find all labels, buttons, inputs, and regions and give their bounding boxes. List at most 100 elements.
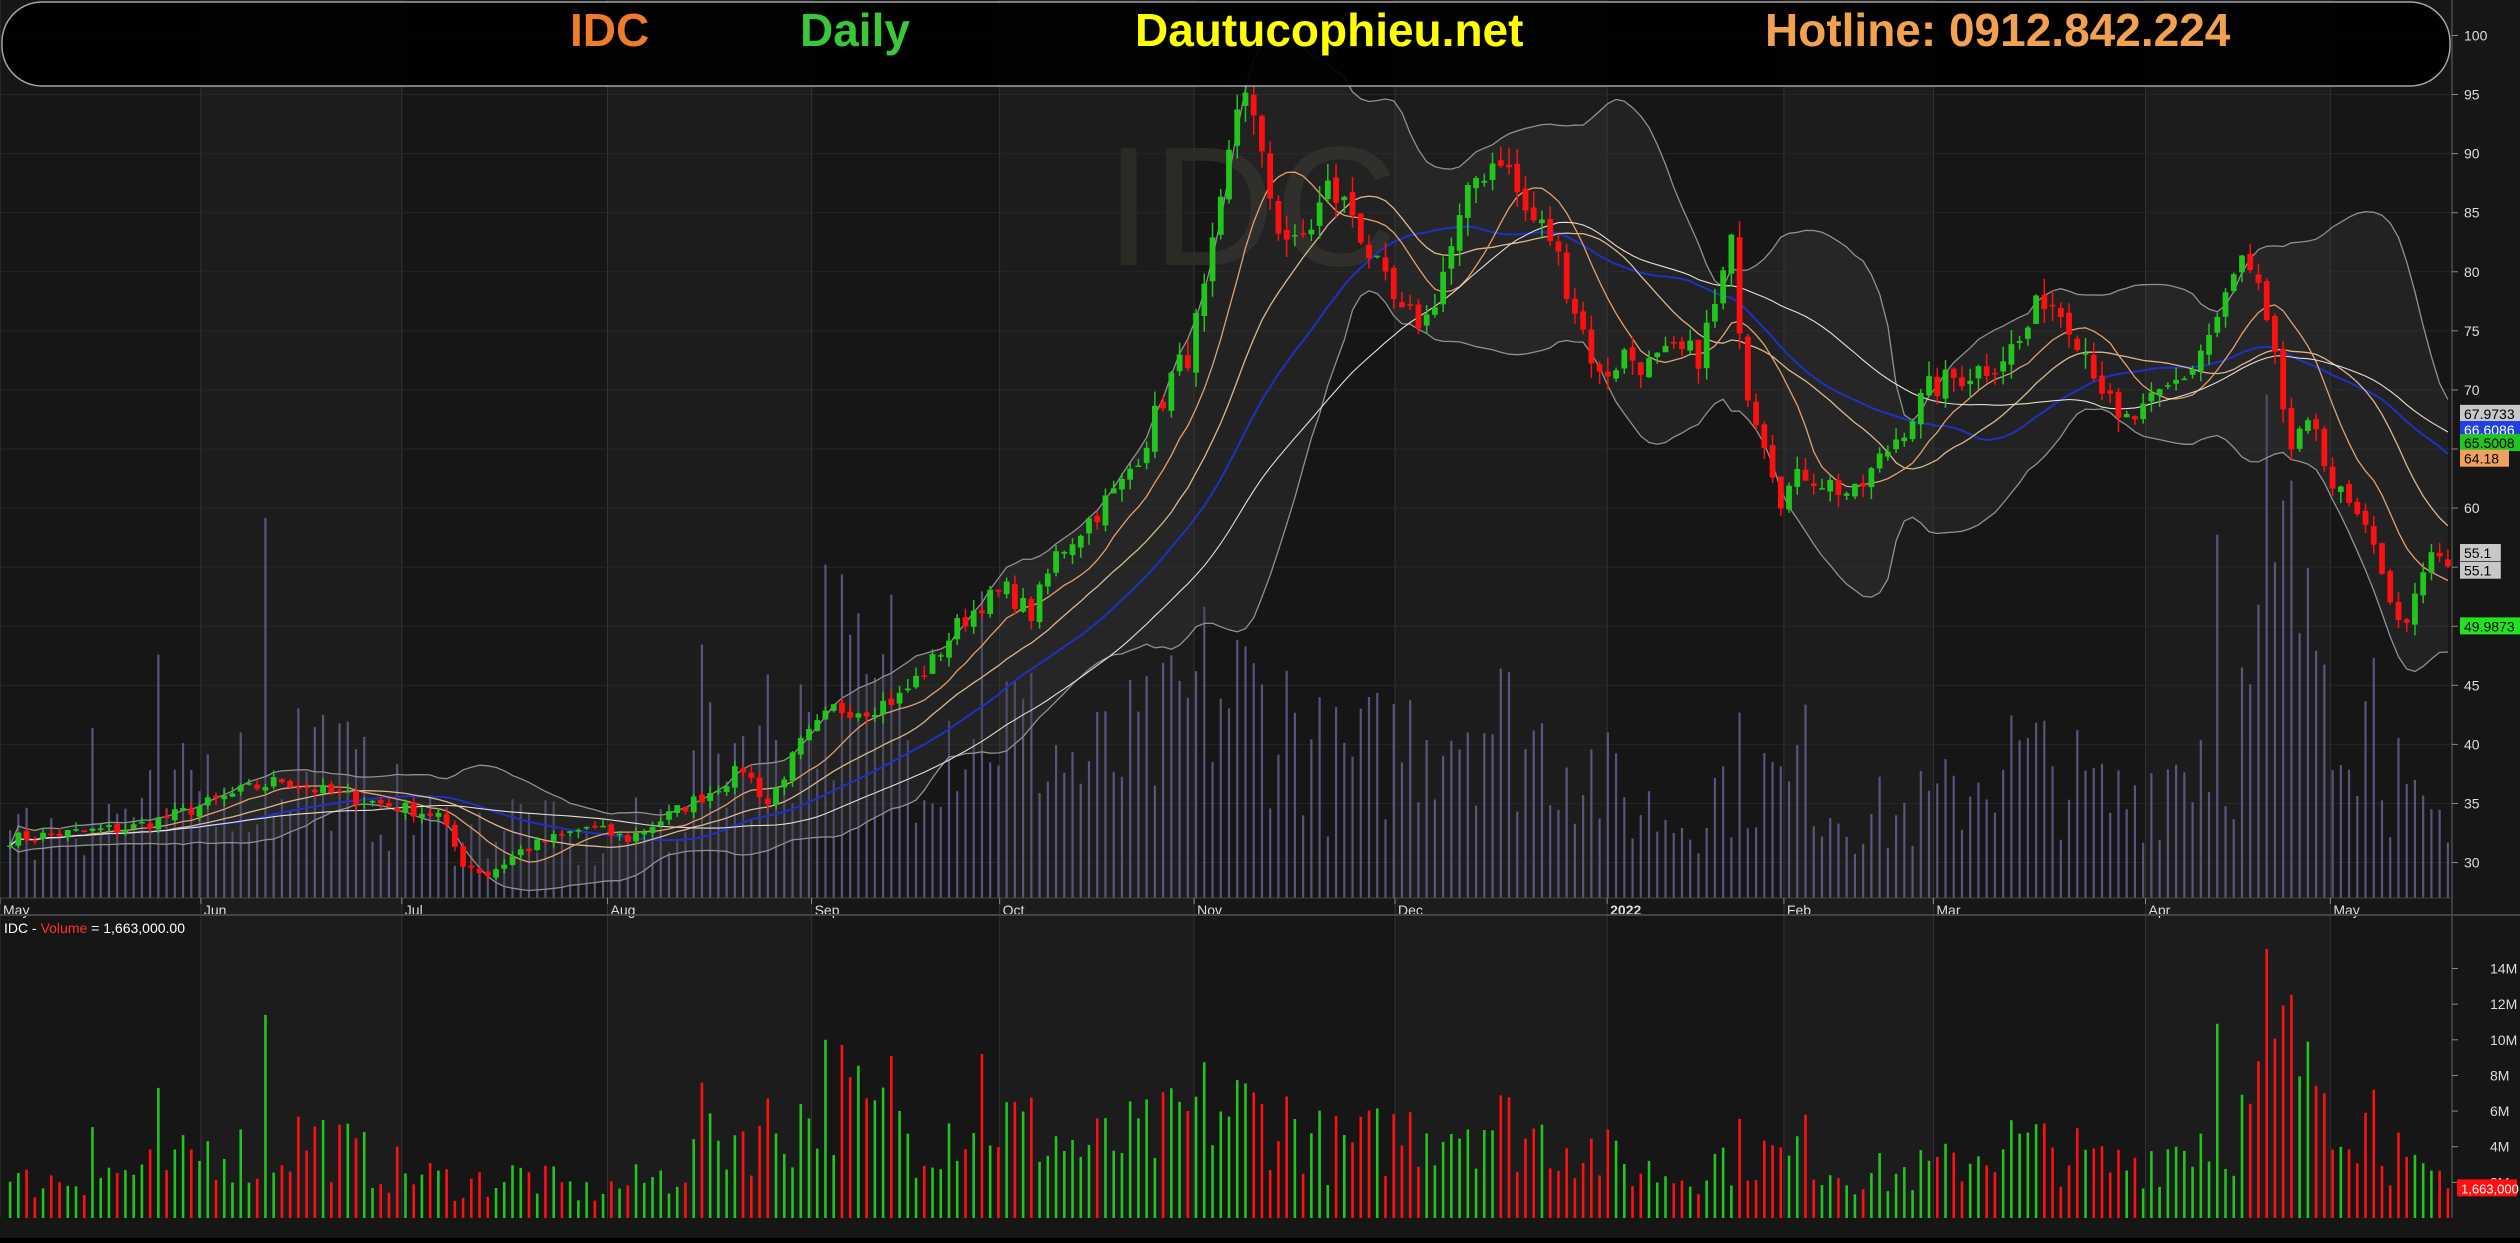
candle-body: [1077, 535, 1084, 548]
candle-body: [1843, 493, 1850, 496]
month-band: [2145, 0, 2331, 1218]
volume-tick-label: 10M: [2490, 1032, 2517, 1048]
candle-body: [773, 787, 779, 805]
candle-body: [1621, 349, 1628, 369]
candle-body: [97, 828, 104, 830]
candle-body: [402, 802, 409, 814]
candle-body: [1975, 366, 1982, 379]
candle-body: [73, 829, 79, 831]
candle-body: [443, 814, 450, 826]
candle-body: [89, 828, 96, 831]
candle-body: [542, 841, 549, 843]
candle-body: [2082, 353, 2089, 355]
candle-body: [1934, 376, 1941, 397]
candle-body: [517, 849, 524, 856]
candle-body: [657, 821, 664, 826]
candle-body: [2016, 340, 2023, 344]
candle-body: [1349, 192, 1356, 216]
candle-body: [1712, 303, 1718, 322]
candle-body: [2280, 348, 2287, 410]
candle-body: [1283, 229, 1290, 240]
candle-body: [1596, 364, 1603, 372]
volume-tick-label: 4M: [2490, 1139, 2509, 1155]
price-tick-label: 35: [2464, 795, 2480, 811]
candle-body: [56, 833, 63, 837]
candle-body: [962, 617, 969, 627]
candle-body: [2206, 334, 2212, 355]
candle-body: [1127, 468, 1134, 480]
candle-body: [1209, 237, 1216, 282]
candle-body: [1044, 573, 1051, 587]
candle-body: [1333, 177, 1339, 203]
candle-body: [386, 802, 392, 807]
candle-body: [550, 834, 557, 841]
legend-part: Volume: [41, 920, 88, 936]
candle-body: [188, 808, 195, 815]
candle-body: [1242, 92, 1249, 106]
candle-body: [1901, 437, 1908, 442]
candle-body: [1497, 160, 1504, 167]
candle-body: [1226, 149, 1232, 200]
candle-body: [979, 610, 985, 614]
candle-body: [1893, 439, 1899, 450]
price-tick-label: 40: [2464, 736, 2480, 752]
month-band: [1783, 0, 1934, 1218]
candle-body: [493, 869, 499, 878]
price-tick-label: 90: [2464, 146, 2480, 162]
candle-body: [180, 807, 186, 811]
candle-body: [303, 786, 310, 789]
candle-body: [1819, 488, 1825, 490]
candle-body: [1374, 255, 1381, 258]
candle-body: [1110, 488, 1117, 494]
candle-body: [567, 831, 574, 833]
candle-body: [1810, 483, 1817, 487]
candle-body: [31, 839, 38, 842]
candle-body: [1020, 597, 1026, 612]
candle-body: [1720, 270, 1727, 304]
candle-body: [64, 830, 71, 837]
candle-body: [353, 790, 359, 805]
candle-body: [781, 779, 788, 788]
candle-body: [1415, 304, 1422, 329]
candle-body: [1464, 185, 1471, 218]
candle-body: [1267, 153, 1274, 199]
candle-body: [1654, 352, 1661, 358]
candle-body: [2214, 316, 2221, 333]
month-band: [607, 0, 812, 1218]
candle-body: [501, 864, 508, 869]
candle-body: [2362, 510, 2369, 525]
candle-body: [1629, 347, 1636, 361]
volume-tick-label: 6M: [2490, 1103, 2509, 1119]
candle-body: [1514, 163, 1521, 193]
candle-body: [2173, 379, 2179, 384]
candle-body: [1942, 369, 1949, 399]
candle-body: [987, 589, 994, 615]
candle-body: [344, 791, 351, 793]
candle-body: [2148, 392, 2155, 402]
candle-body: [1135, 465, 1142, 467]
candle-body: [320, 785, 326, 794]
candle-body: [2444, 559, 2451, 567]
candle-body: [995, 589, 1002, 592]
candle-body: [435, 812, 442, 817]
candle-body: [1234, 109, 1241, 146]
candle-body: [2296, 428, 2303, 449]
candle-body: [1728, 234, 1735, 274]
candle-body: [2255, 274, 2262, 283]
candle-body: [731, 766, 738, 788]
candle-body: [1703, 322, 1710, 369]
price-tick-label: 80: [2464, 264, 2480, 280]
candle-body: [229, 793, 236, 797]
candle-body: [1201, 283, 1208, 317]
candle-body: [921, 675, 928, 677]
candle-body: [1506, 164, 1512, 168]
candle-body: [81, 830, 88, 832]
candle-body: [155, 817, 162, 830]
candle-body: [1950, 368, 1957, 378]
candle-body: [616, 833, 623, 836]
candle-body: [122, 829, 129, 833]
candle-body: [2090, 354, 2097, 379]
candle-body: [427, 813, 434, 816]
candle-body: [1481, 180, 1488, 183]
candle-body: [114, 823, 121, 833]
